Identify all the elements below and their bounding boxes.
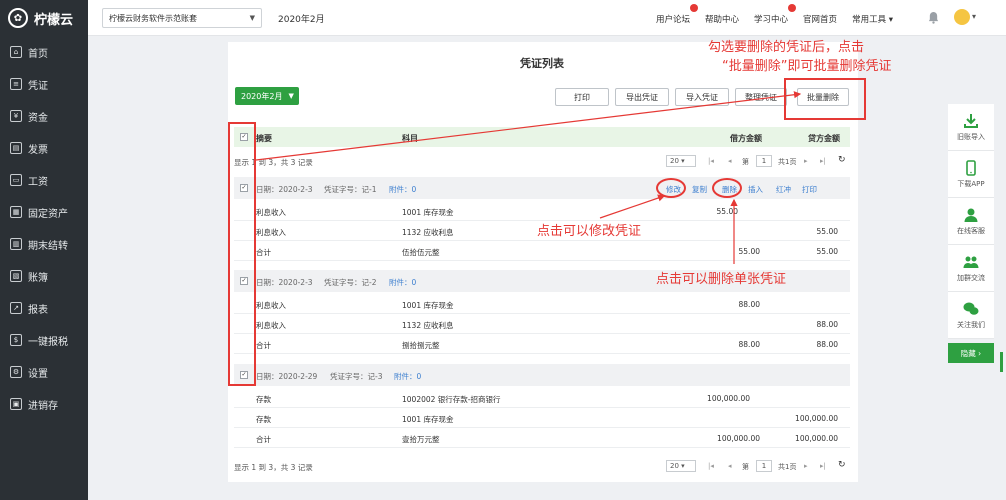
annotation-batch-line1: 勾选要删除的凭证后，点击 bbox=[708, 40, 865, 55]
online-support-button[interactable]: 在线客服 bbox=[948, 198, 994, 245]
wechat-icon bbox=[963, 302, 979, 315]
follow-us-button[interactable]: 关注我们 bbox=[948, 292, 994, 339]
hide-button[interactable]: 隐藏 › bbox=[948, 343, 994, 363]
group-icon bbox=[963, 256, 979, 268]
annotation-arrows bbox=[255, 91, 802, 264]
scrollbar-thumb[interactable] bbox=[1000, 352, 1003, 372]
old-account-import-button[interactable]: 旧账导入 bbox=[948, 104, 994, 151]
download-app-button[interactable]: 下载APP bbox=[948, 151, 994, 198]
download-icon bbox=[964, 113, 978, 128]
right-float-bar: 旧账导入 下载APP 在线客服 加群交流 关注我们 隐藏 › bbox=[948, 104, 994, 363]
phone-icon bbox=[966, 159, 976, 176]
annotation-batch-line2: “批量删除”即可批量删除凭证 bbox=[722, 59, 892, 74]
user-icon bbox=[964, 208, 978, 222]
annotation-delete: 点击可以删除单张凭证 bbox=[656, 272, 787, 287]
annotation-edit: 点击可以修改凭证 bbox=[537, 224, 642, 239]
join-group-button[interactable]: 加群交流 bbox=[948, 245, 994, 292]
